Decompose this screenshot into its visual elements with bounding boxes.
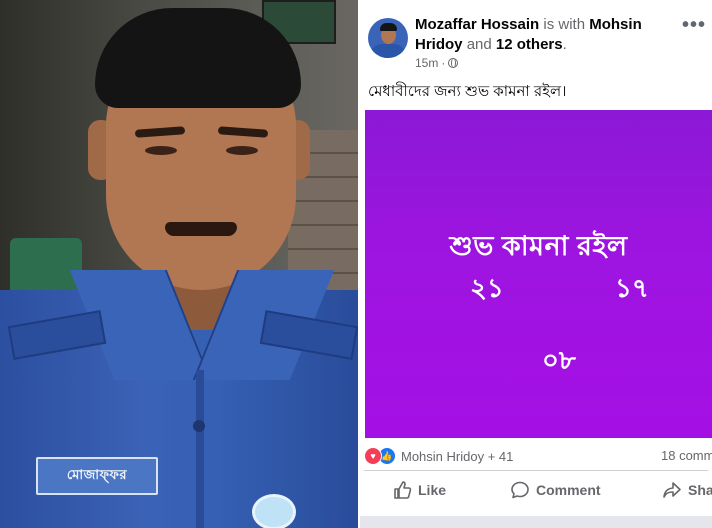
card-title: শুভ কামনা রইল	[449, 231, 628, 261]
avatar-shirt	[370, 44, 406, 58]
post-header: Mozaffar Hossain is with Mohsin Hridoy a…	[415, 15, 680, 55]
card-number: ১৭	[615, 273, 649, 303]
like-button[interactable]: Like	[392, 480, 446, 500]
share-icon	[663, 482, 681, 498]
profile-photo: মোজাফ্ফর	[0, 0, 358, 528]
reactions-text: Mohsin Hridoy + 41	[401, 448, 514, 464]
right-eye	[226, 146, 258, 155]
post-time[interactable]: 15m	[415, 56, 438, 70]
with-text: is with	[543, 16, 586, 33]
left-eye	[145, 146, 177, 155]
comment-icon	[511, 481, 529, 499]
actions-divider	[364, 470, 708, 471]
reactions-summary[interactable]: ♥ 👍 Mohsin Hridoy + 41	[364, 447, 513, 465]
shirt-placket	[196, 370, 204, 528]
meta-dot: ·	[441, 56, 446, 70]
like-label: Like	[418, 482, 447, 498]
post-actions: Like Comment Shar	[360, 480, 712, 508]
hair	[95, 8, 301, 108]
name-plate: মোজাফ্ফর	[36, 457, 158, 495]
post-meta: 15m ·	[415, 56, 459, 70]
card-number: ০৮	[542, 345, 576, 375]
author-avatar[interactable]	[368, 18, 408, 58]
post-caption: মেধাবীদের জন্য শুভ কামনা রইল।	[368, 83, 567, 100]
feed-separator	[360, 516, 712, 528]
shirt-button	[193, 420, 205, 432]
author-name[interactable]: Mozaffar Hossain	[415, 16, 539, 33]
love-icon: ♥	[364, 447, 382, 465]
moustache	[165, 222, 237, 236]
more-options-icon[interactable]: •••	[682, 14, 706, 37]
period: .	[562, 36, 567, 53]
avatar-hair	[380, 23, 397, 31]
share-button[interactable]: Shar	[662, 480, 712, 500]
comments-count[interactable]: 18 comm	[661, 448, 712, 463]
comment-button[interactable]: Comment	[510, 480, 601, 500]
others-link[interactable]: 12 others	[496, 36, 563, 53]
pocket-badge	[252, 494, 296, 528]
post-text-card[interactable]: শুভ কামনা রইল ২১ ১৭ ০৮	[365, 110, 712, 438]
share-label: Shar	[688, 482, 712, 498]
card-number: ২১	[470, 273, 504, 303]
comment-label: Comment	[536, 482, 601, 498]
like-icon	[394, 481, 412, 499]
facebook-post: Mozaffar Hossain is with Mohsin Hridoy a…	[360, 0, 712, 528]
globe-icon[interactable]	[448, 57, 459, 68]
and-text: and	[466, 36, 492, 53]
